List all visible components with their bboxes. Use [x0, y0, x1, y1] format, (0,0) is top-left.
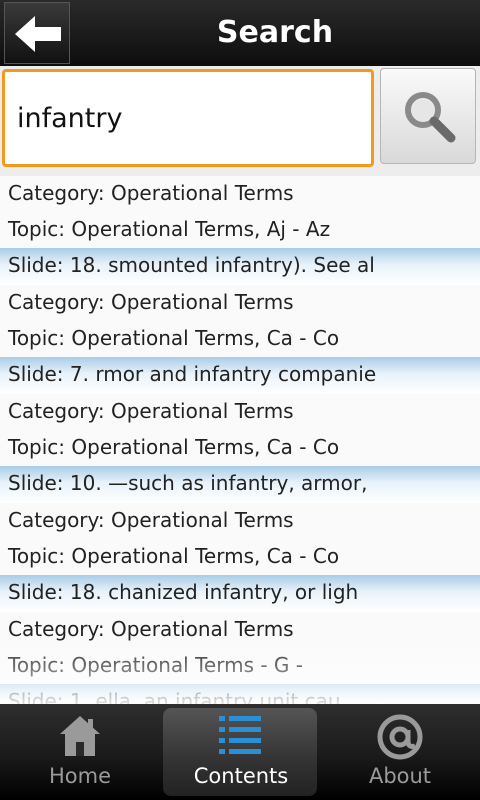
- tab-about[interactable]: About: [320, 704, 480, 800]
- list-item[interactable]: Category: Operational Terms Topic: Opera…: [0, 503, 480, 612]
- bottom-tab-bar: Home Contents About: [0, 704, 480, 800]
- result-category: Category: Operational Terms: [0, 612, 480, 648]
- search-icon: [405, 92, 456, 143]
- tab-contents-label: Contents: [193, 764, 289, 788]
- list-item[interactable]: Category: Operational Terms Topic: Opera…: [0, 285, 480, 394]
- search-button[interactable]: [380, 68, 476, 164]
- result-slide: Slide: 18. smounted infantry). See al: [0, 248, 480, 285]
- result-category: Category: Operational Terms: [0, 503, 480, 539]
- result-slide: Slide: 10. —such as infantry, armor,: [0, 466, 480, 503]
- list-item[interactable]: Category: Operational Terms Topic: Opera…: [0, 394, 480, 503]
- list-item[interactable]: Category: Operational Terms Topic: Opera…: [0, 176, 480, 285]
- tab-home-label: Home: [48, 764, 111, 788]
- at-icon: [377, 714, 423, 760]
- result-category: Category: Operational Terms: [0, 285, 480, 321]
- tab-contents[interactable]: Contents: [161, 704, 321, 800]
- result-slide: Slide: 7. rmor and infantry companie: [0, 357, 480, 394]
- results-list: Category: Operational Terms Topic: Opera…: [0, 176, 480, 704]
- result-topic: Topic: Operational Terms, Ca - Co: [0, 321, 480, 357]
- result-category: Category: Operational Terms: [0, 394, 480, 430]
- home-icon: [60, 716, 100, 756]
- page-title: Search: [216, 15, 334, 50]
- result-topic: Topic: Operational Terms - G -: [0, 648, 480, 684]
- back-button[interactable]: [4, 2, 70, 64]
- search-bar: [0, 66, 480, 176]
- result-topic: Topic: Operational Terms, Ca - Co: [0, 539, 480, 575]
- result-category: Category: Operational Terms: [0, 176, 480, 212]
- result-topic: Topic: Operational Terms, Ca - Co: [0, 430, 480, 466]
- tab-home[interactable]: Home: [0, 704, 160, 800]
- list-icon: [219, 716, 261, 754]
- result-slide: Slide: 1. ella, an infantry unit cau: [0, 684, 480, 704]
- list-item[interactable]: Category: Operational Terms Topic: Opera…: [0, 612, 480, 704]
- app-header: Search: [0, 0, 480, 66]
- result-topic: Topic: Operational Terms, Aj - Az: [0, 212, 480, 248]
- tab-about-label: About: [368, 764, 432, 788]
- search-input[interactable]: [2, 69, 374, 167]
- back-arrow-icon: [15, 16, 61, 52]
- result-slide: Slide: 18. chanized infantry, or ligh: [0, 575, 480, 612]
